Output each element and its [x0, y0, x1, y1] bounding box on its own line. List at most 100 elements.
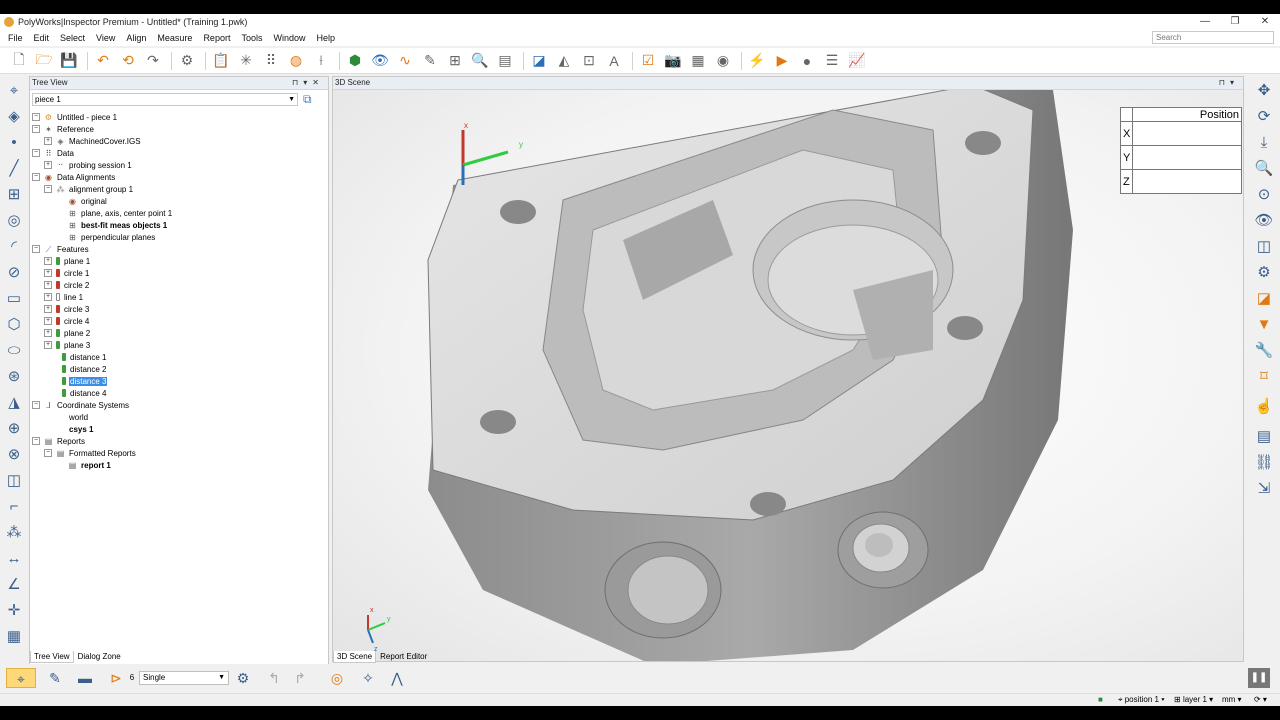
redo-icon[interactable]: ↷	[142, 51, 164, 71]
table-icon[interactable]: ▦	[687, 51, 709, 71]
tree-row-plane-axis[interactable]: ⊞ plane, axis, center point 1	[68, 207, 173, 219]
tools-icon[interactable]: 🔧	[1253, 340, 1275, 362]
3d-viewport[interactable]: x y x y z Position X Y Z	[333, 84, 1243, 661]
measure-tool-icon[interactable]: ⌖	[3, 80, 25, 102]
mode-select[interactable]: Single ▼	[139, 671, 229, 685]
view-icon[interactable]: 👁	[369, 51, 391, 71]
grid-tool-icon[interactable]: ⊞	[444, 51, 466, 71]
tracker-icon[interactable]: ⟊	[310, 51, 332, 71]
zoom-tool-icon[interactable]: 🔍	[469, 51, 491, 71]
panel-controls[interactable]: ⊓▾	[1219, 77, 1239, 89]
tree-row-original[interactable]: ◉ original	[68, 195, 108, 207]
tree-row-distance-3[interactable]: distance 3	[56, 375, 108, 387]
tree-row-plane-3[interactable]: + plane 3	[44, 339, 91, 351]
settings-icon[interactable]: ⚙	[176, 51, 198, 71]
download-icon[interactable]: ⤓	[1253, 132, 1275, 154]
ellipse-tool-icon[interactable]: ⬭	[3, 340, 25, 362]
tree-row-root[interactable]: − ⚙ Untitled - piece 1	[32, 111, 118, 123]
tree-row-data-alignments[interactable]: − ◉ Data Alignments	[32, 171, 116, 183]
refresh-icon[interactable]: ⟳ ▾	[1254, 695, 1267, 704]
status-position[interactable]: ⌖ position 1 ▾	[1118, 695, 1165, 705]
stylus-icon[interactable]: ▬	[74, 668, 96, 688]
tree-row-data[interactable]: − ⠿ Data	[32, 147, 75, 159]
fit-icon[interactable]: ⊡	[578, 51, 600, 71]
selection-mode-icon[interactable]: ⌖	[6, 668, 36, 688]
tree-row-probing-session[interactable]: + ⠒ probing session 1	[44, 159, 133, 171]
view-cube-icon[interactable]: ◫	[1253, 236, 1275, 258]
distance-tool-icon[interactable]: ↔	[3, 548, 25, 570]
menu-window[interactable]: Window	[273, 33, 305, 43]
compass-icon[interactable]: ✧	[356, 668, 380, 688]
stop-icon[interactable]: ●	[796, 51, 818, 71]
cube-icon[interactable]: ⬢	[344, 51, 366, 71]
tab-report-editor[interactable]: Report Editor	[377, 651, 430, 663]
vertex-icon[interactable]: ⋀	[386, 668, 408, 688]
tab-3d-scene[interactable]: 3D Scene	[333, 651, 377, 663]
color-map-icon[interactable]: ▼	[1253, 314, 1275, 336]
status-units[interactable]: mm ▾	[1222, 695, 1242, 704]
snap-icon[interactable]: ✳	[235, 51, 257, 71]
menu-edit[interactable]: Edit	[34, 33, 50, 43]
menu-file[interactable]: File	[8, 33, 23, 43]
section-icon[interactable]: ◭	[553, 51, 575, 71]
line-tool-icon[interactable]: ╱	[3, 158, 25, 180]
polygon-tool-icon[interactable]: ⬡	[3, 314, 25, 336]
gear-icon[interactable]: ⚙	[1253, 262, 1275, 284]
tree-row-distance-4[interactable]: distance 4	[56, 387, 107, 399]
tree-row-distance-1[interactable]: distance 1	[56, 351, 107, 363]
tree-row-plane-2[interactable]: + plane 2	[44, 327, 91, 339]
plane-tool-icon[interactable]: ◈	[3, 106, 25, 128]
tab-tree-view[interactable]: Tree View	[30, 651, 74, 663]
target-icon[interactable]: ◎	[324, 668, 350, 688]
tree-row-csys-1[interactable]: csys 1	[68, 423, 94, 435]
probe-settings-icon[interactable]: ⚙	[232, 668, 254, 688]
circle-tool-icon[interactable]: ◎	[3, 210, 25, 232]
camera-icon[interactable]: ◉	[712, 51, 734, 71]
tree-row-distance-2[interactable]: distance 2	[56, 363, 107, 375]
grid-tool-icon[interactable]: ⊞	[3, 184, 25, 206]
polyline-tool-icon[interactable]: ⌐	[3, 496, 25, 518]
tree-row-circle-2[interactable]: + circle 2	[44, 279, 90, 291]
zoom-icon[interactable]: 🔍	[1253, 158, 1275, 180]
sphere-tool-icon[interactable]: ⊕	[3, 418, 25, 440]
binary-icon[interactable]: ⠿	[260, 51, 282, 71]
minimize-button[interactable]: —	[1190, 14, 1220, 30]
table-tool-icon[interactable]: ▦	[3, 626, 25, 648]
panel-controls[interactable]: ⊓▾✕	[292, 77, 324, 89]
status-layer[interactable]: ⊞ layer 1 ▾	[1174, 695, 1213, 704]
report-panel-icon[interactable]: ▤	[1253, 426, 1275, 448]
menu-measure[interactable]: Measure	[157, 33, 192, 43]
hand-icon[interactable]: ☝	[1253, 396, 1275, 418]
snapshot-icon[interactable]: 📷	[662, 51, 684, 71]
point-tool-icon[interactable]: •	[3, 132, 25, 154]
tree-row-line-1[interactable]: + line 1	[44, 291, 84, 303]
cone-tool-icon[interactable]: ◮	[3, 392, 25, 414]
tree-row-plane-1[interactable]: + plane 1	[44, 255, 91, 267]
probe-select-icon[interactable]: ✎	[42, 668, 68, 688]
tree-row-alignment-group[interactable]: − ⁂ alignment group 1	[44, 183, 134, 195]
search-input[interactable]: Search	[1152, 31, 1274, 44]
list-icon[interactable]: ☰	[821, 51, 843, 71]
box-tool-icon[interactable]: ◫	[3, 470, 25, 492]
angle-tool-icon[interactable]: ∠	[3, 574, 25, 596]
export-icon[interactable]: ⇲	[1253, 478, 1275, 500]
tree-row-features[interactable]: − ⟋ Features	[32, 243, 90, 255]
menu-select[interactable]: Select	[60, 33, 85, 43]
pause-icon[interactable]: ❚❚	[1248, 668, 1270, 688]
menu-align[interactable]: Align	[126, 33, 146, 43]
pan-icon[interactable]: ✥	[1253, 80, 1275, 102]
undo-icon[interactable]: ↶	[92, 51, 114, 71]
pen-icon[interactable]: ✎	[419, 51, 441, 71]
pattern-tool-icon[interactable]: ⁂	[3, 522, 25, 544]
layer-icon[interactable]: ◪	[528, 51, 550, 71]
maximize-button[interactable]: ❐	[1220, 14, 1250, 30]
probe-device-icon[interactable]: ◍	[285, 51, 307, 71]
tree-row-reference[interactable]: − ✶ Reference	[32, 123, 95, 135]
tree-row-perpendicular[interactable]: ⊞ perpendicular planes	[68, 231, 156, 243]
tree-row-formatted-reports[interactable]: − ▤ Formatted Reports	[44, 447, 137, 459]
zoom-fit-icon[interactable]: ⊙	[1253, 184, 1275, 206]
tree-row-circle-3[interactable]: + circle 3	[44, 303, 90, 315]
menu-view[interactable]: View	[96, 33, 115, 43]
crosshair-tool-icon[interactable]: ✛	[3, 600, 25, 622]
tree-row-coordinate-systems[interactable]: − ⅃ Coordinate Systems	[32, 399, 130, 411]
